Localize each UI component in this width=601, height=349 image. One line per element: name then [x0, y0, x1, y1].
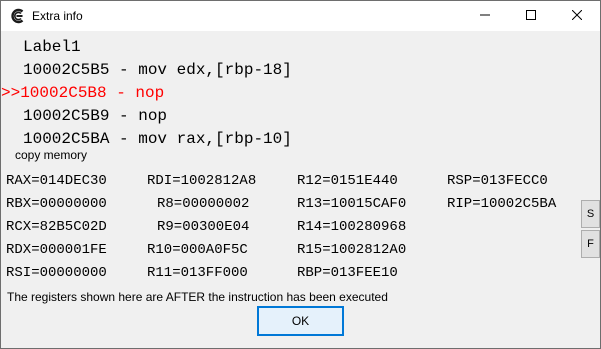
disassembly-text: 10002C5B5 - mov edx,[rbp-18]	[23, 61, 292, 79]
disassembly-text: 10002C5B9 - nop	[23, 107, 168, 125]
register-r14[interactable]: R14=100280968	[297, 218, 406, 236]
register-r13[interactable]: R13=10015CAF0	[297, 195, 406, 213]
register-r12[interactable]: R12=0151E440	[297, 172, 398, 190]
disassembly-line[interactable]: 10002C5B9 - nop	[1, 105, 167, 128]
f-button[interactable]: F	[581, 230, 600, 258]
close-button[interactable]	[554, 1, 600, 31]
register-r10[interactable]: R10=000A0F5C	[147, 241, 248, 259]
register-rcx[interactable]: RCX=82B5C02D	[6, 218, 107, 236]
register-rdi[interactable]: RDI=1002812A8	[147, 172, 256, 190]
title-bar[interactable]: Extra info	[1, 1, 600, 31]
close-icon	[571, 7, 583, 25]
register-rsi[interactable]: RSI=00000000	[6, 264, 107, 282]
register-rbx[interactable]: RBX=00000000	[6, 195, 107, 213]
copy-memory-label[interactable]: copy memory	[15, 148, 87, 162]
extra-info-window: Extra info Label1 10002C5B5 - mov edx,[r…	[0, 0, 601, 349]
current-line-marker: >>	[1, 84, 21, 102]
disassembly-text: 10002C5BA - mov rax,[rbp-10]	[23, 130, 292, 148]
register-rax[interactable]: RAX=014DEC30	[6, 172, 107, 190]
disassembly-line[interactable]: Label1	[1, 36, 81, 59]
dialog-body: Label1 10002C5B5 - mov edx,[rbp-18] >>10…	[1, 31, 600, 348]
minimize-icon	[480, 7, 490, 25]
registers-note: The registers shown here are AFTER the i…	[7, 290, 388, 304]
register-rbp[interactable]: RBP=013FEE10	[297, 264, 398, 282]
register-r9[interactable]: R9=00300E04	[157, 218, 249, 236]
register-r11[interactable]: R11=013FF000	[147, 264, 248, 282]
maximize-icon	[526, 7, 536, 25]
register-rip[interactable]: RIP=10002C5BA	[447, 195, 556, 213]
register-rdx[interactable]: RDX=000001FE	[6, 241, 107, 259]
window-title: Extra info	[32, 9, 83, 23]
register-rsp[interactable]: RSP=013FECC0	[447, 172, 548, 190]
disassembly-line-current[interactable]: >>10002C5B8 - nop	[1, 82, 164, 105]
register-r15[interactable]: R15=1002812A0	[297, 241, 406, 259]
disassembly-text: 10002C5B8 - nop	[20, 84, 165, 102]
cheat-engine-icon	[10, 8, 26, 24]
s-button[interactable]: S	[581, 200, 600, 228]
disassembly-text: Label1	[23, 38, 81, 56]
maximize-button[interactable]	[508, 1, 554, 31]
ok-button[interactable]: OK	[257, 306, 344, 336]
register-r8[interactable]: R8=00000002	[157, 195, 249, 213]
disassembly-line[interactable]: 10002C5B5 - mov edx,[rbp-18]	[1, 59, 292, 82]
minimize-button[interactable]	[462, 1, 508, 31]
